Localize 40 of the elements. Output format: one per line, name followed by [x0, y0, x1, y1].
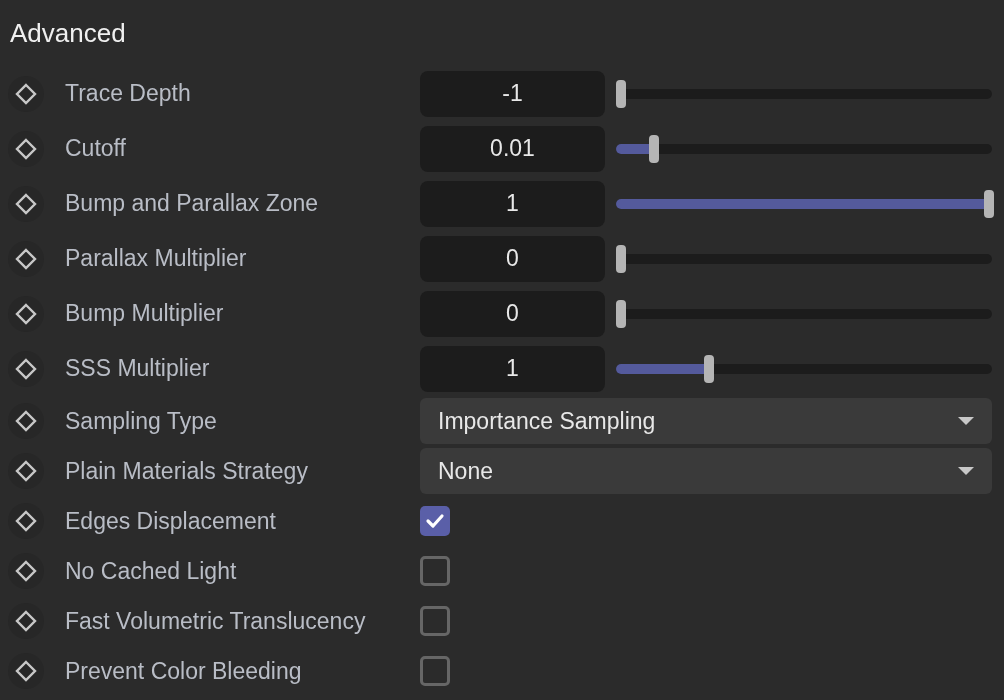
dropdown[interactable]: None [420, 448, 992, 494]
slider[interactable] [616, 189, 992, 218]
caret-icon [956, 466, 976, 476]
number-field[interactable]: 1 [420, 345, 605, 392]
checkbox[interactable] [420, 556, 450, 586]
field-label: SSS Multiplier [65, 354, 211, 384]
slider[interactable] [616, 244, 992, 273]
field-label: Fast Volumetric Translucency [65, 606, 367, 636]
slider-thumb[interactable] [616, 299, 626, 328]
slider-thumb[interactable] [984, 189, 995, 218]
number-field[interactable]: 0 [420, 235, 605, 282]
field-label: Plain Materials Strategy [65, 456, 309, 486]
field-label: Parallax Multiplier [65, 244, 248, 274]
dropdown[interactable]: Importance Sampling [420, 398, 992, 444]
slider-thumb[interactable] [616, 244, 626, 273]
field-label: Trace Depth [65, 79, 192, 109]
checkbox[interactable] [420, 656, 450, 686]
number-field[interactable]: -1 [420, 70, 605, 117]
check-icon [425, 513, 445, 529]
field-label: Bump Multiplier [65, 299, 225, 329]
number-field[interactable]: 0 [420, 290, 605, 337]
slider[interactable] [616, 299, 992, 328]
slider-thumb[interactable] [616, 79, 626, 108]
field-label: Sampling Type [65, 406, 218, 436]
section-title: Advanced [10, 16, 126, 50]
field-label: Edges Displacement [65, 506, 277, 536]
field-label: Cutoff [65, 134, 127, 164]
checkbox[interactable] [420, 606, 450, 636]
slider[interactable] [616, 354, 992, 383]
field-label: Bump and Parallax Zone [65, 189, 320, 219]
field-label: Prevent Color Bleeding [65, 656, 303, 686]
number-field[interactable]: 1 [420, 180, 605, 227]
checkbox[interactable] [420, 506, 450, 536]
field-label: No Cached Light [65, 556, 238, 586]
slider-thumb[interactable] [649, 134, 660, 163]
caret-icon [956, 416, 976, 426]
slider[interactable] [616, 134, 992, 163]
slider-thumb[interactable] [704, 354, 715, 383]
number-field[interactable]: 0.01 [420, 125, 605, 172]
slider[interactable] [616, 79, 992, 108]
